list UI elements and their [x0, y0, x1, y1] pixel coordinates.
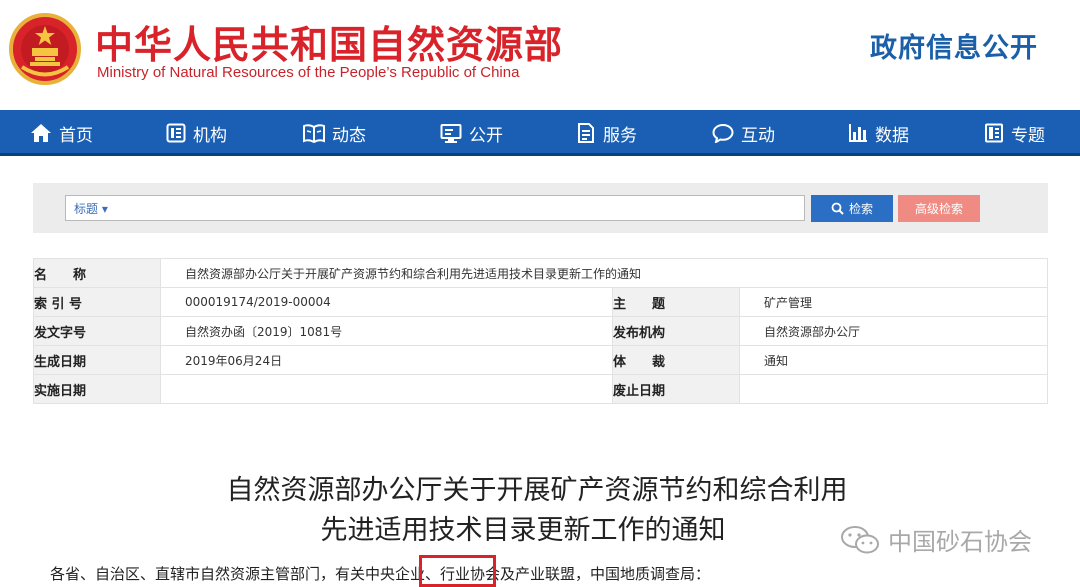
search-field-select[interactable]: 标题 ▾ — [74, 200, 108, 217]
bar-chart-icon — [849, 124, 867, 142]
watermark-text: 中国砂石协会 — [888, 528, 1032, 556]
table-row: 实施日期 废止日期 — [33, 374, 1048, 404]
chat-icon — [712, 123, 734, 143]
created-value: 2019年06月24日 — [160, 345, 613, 375]
gov-info-open-title[interactable]: 政府信息公开 — [870, 26, 1038, 65]
nav-item-label: 公开 — [469, 125, 503, 146]
nav-item-label: 机构 — [193, 125, 227, 146]
name-value: 自然资源部办公厅关于开展矿产资源节约和综合利用先进适用技术目录更新工作的通知 — [160, 258, 1048, 288]
subject-value: 矿产管理 — [739, 287, 1048, 317]
index-value: 000019174/2019-00004 — [160, 287, 613, 317]
site-title-en: Ministry of Natural Resources of the Peo… — [97, 64, 520, 81]
index-label: 索 引 号 — [33, 287, 161, 317]
chevron-down-icon: ▾ — [101, 202, 108, 216]
document-title-line1: 自然资源部办公厅关于开展矿产资源节约和综合利用 — [226, 475, 848, 506]
name-label: 名 称 — [33, 258, 161, 288]
highlight-box — [419, 555, 496, 587]
nav-item-topics[interactable]: 专题 — [984, 110, 1045, 156]
watermark: 中国砂石协会 — [840, 522, 1032, 557]
effective-value — [160, 374, 613, 404]
nav-item-label: 数据 — [875, 125, 909, 146]
table-row: 发文字号 自然资办函〔2019〕1081号 发布机构 自然资源部办公厅 — [33, 316, 1048, 346]
table-row: 生成日期 2019年06月24日 体 裁 通知 — [33, 345, 1048, 375]
nav-item-label: 服务 — [603, 125, 637, 146]
monitor-icon — [440, 124, 462, 143]
search-bar: 标题 ▾ 检索 高级检索 — [33, 183, 1048, 233]
org-icon — [166, 123, 186, 143]
national-emblem-icon — [9, 13, 81, 85]
nav-item-home[interactable]: 首页 — [30, 110, 93, 156]
subject-label: 主 题 — [612, 287, 740, 317]
wechat-icon — [841, 525, 879, 553]
search-button[interactable]: 检索 — [811, 195, 893, 222]
issuer-label: 发布机构 — [612, 316, 740, 346]
docno-label: 发文字号 — [33, 316, 161, 346]
nav-item-interact[interactable]: 互动 — [712, 110, 775, 156]
site-header: 中华人民共和国自然资源部 Ministry of Natural Resourc… — [0, 0, 1080, 110]
document-info-table: 名 称 自然资源部办公厅关于开展矿产资源节约和综合利用先进适用技术目录更新工作的… — [33, 258, 1048, 404]
nav-item-news[interactable]: 动态 — [303, 110, 366, 156]
document-icon — [578, 123, 594, 143]
table-row: 索 引 号 000019174/2019-00004 主 题 矿产管理 — [33, 287, 1048, 317]
nav-item-data[interactable]: 数据 — [848, 110, 909, 156]
nav-item-org[interactable]: 机构 — [166, 110, 227, 156]
home-icon — [31, 124, 51, 142]
main-nav: 首页 机构 动态 公开 服务 互动 数据 专题 — [0, 110, 1080, 156]
site-title-cn[interactable]: 中华人民共和国自然资源部 — [95, 14, 563, 69]
nav-item-open[interactable]: 公开 — [440, 110, 503, 156]
nav-item-label: 首页 — [59, 125, 93, 146]
advanced-search-button[interactable]: 高级检索 — [898, 195, 980, 222]
search-button-label: 检索 — [848, 202, 873, 216]
created-label: 生成日期 — [33, 345, 161, 375]
document-body-line: 各省、自治区、直辖市自然资源主管部门，有关中央企业、行业协会及产业联盟，中国地质… — [50, 565, 711, 583]
genre-label: 体 裁 — [612, 345, 740, 375]
nav-item-service[interactable]: 服务 — [576, 110, 637, 156]
effective-label: 实施日期 — [33, 374, 161, 404]
folder-icon — [985, 123, 1003, 143]
nav-item-label: 动态 — [332, 125, 366, 146]
expired-label: 废止日期 — [612, 374, 740, 404]
issuer-value: 自然资源部办公厅 — [739, 316, 1048, 346]
genre-value: 通知 — [739, 345, 1048, 375]
book-icon — [303, 124, 325, 143]
nav-item-label: 互动 — [741, 125, 775, 146]
docno-value: 自然资办函〔2019〕1081号 — [160, 316, 613, 346]
table-row: 名 称 自然资源部办公厅关于开展矿产资源节约和综合利用先进适用技术目录更新工作的… — [33, 258, 1048, 288]
search-icon — [831, 202, 844, 215]
expired-value — [739, 374, 1048, 404]
search-input[interactable]: 标题 ▾ — [65, 195, 805, 221]
nav-item-label: 专题 — [1011, 125, 1045, 146]
